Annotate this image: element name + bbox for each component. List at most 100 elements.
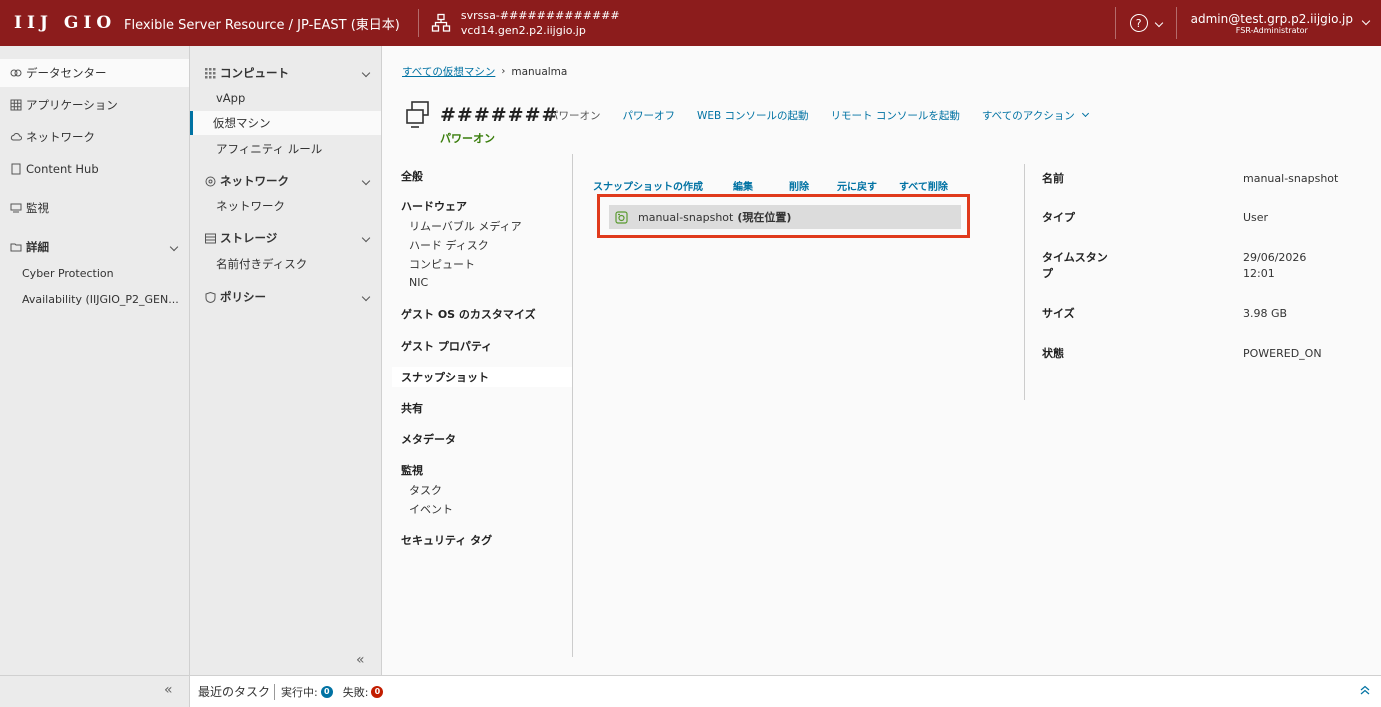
user-menu[interactable]: admin@test.grp.p2.iijgio.jp FSR-Administ… <box>1175 7 1381 39</box>
help-icon: ? <box>1129 14 1148 32</box>
sn-compute-label: コンピュート <box>220 66 289 80</box>
chevron-right-icon: › <box>501 66 506 77</box>
storage-icon <box>204 232 216 244</box>
section-guest-properties[interactable]: ゲスト プロパティ <box>401 338 492 354</box>
section-hardware[interactable]: ハードウェア <box>401 198 467 214</box>
detail-name-value: manual-snapshot <box>1243 172 1339 185</box>
sn-virtual-machines[interactable]: 仮想マシン <box>190 111 381 135</box>
all-actions-label: すべてのアクション <box>981 110 1075 122</box>
nav-applications[interactable]: アプリケーション <box>0 91 189 119</box>
iij-gio-logo[interactable]: IIJ GIO <box>14 13 118 33</box>
organization-info[interactable]: svrssa-############# vcd14.gen2.p2.iijgi… <box>461 8 620 38</box>
sn-storage-group[interactable]: ストレージ <box>190 227 381 249</box>
nav-content-hub[interactable]: Content Hub <box>0 155 189 183</box>
nav-content-hub-label: Content Hub <box>26 162 99 176</box>
detail-timestamp-time: 12:01 <box>1243 267 1275 280</box>
section-nic[interactable]: NIC <box>409 276 428 289</box>
apps-icon <box>10 99 22 111</box>
nav-datacenter-label: データセンター <box>26 66 107 80</box>
edit-snapshot-button[interactable]: 編集 <box>733 178 753 193</box>
chevron-down-icon <box>1081 109 1089 118</box>
chevron-down-icon <box>361 292 371 302</box>
create-snapshot-button[interactable]: スナップショットの作成 <box>593 178 703 193</box>
snapshot-current-marker: (現在位置) <box>737 211 792 224</box>
sn-vapp[interactable]: vApp <box>190 86 381 110</box>
sn-policy-label: ポリシー <box>220 290 266 304</box>
vm-actions-bar: パワーオン パワーオフ WEB コンソールの起動 リモート コンソールを起動 す… <box>548 108 1110 123</box>
recent-tasks-label: 最近のタスク <box>198 685 271 699</box>
section-tasks[interactable]: タスク <box>409 482 442 498</box>
network-icon <box>204 175 216 187</box>
recent-tasks-bar[interactable]: 最近のタスク 実行中: 0 失敗: 0 <box>190 675 1381 707</box>
detail-type-label: タイプ <box>1042 211 1075 224</box>
vm-sub-navigation: 全般 ハードウェア リムーバブル メディア ハード ディスク コンピュート NI… <box>382 154 573 657</box>
all-actions-dropdown[interactable]: すべてのアクション <box>981 108 1089 123</box>
nav-monitor[interactable]: 監視 <box>0 194 189 222</box>
highlight-box: manual-snapshot (現在位置) <box>597 194 970 238</box>
delete-snapshot-button[interactable]: 削除 <box>789 178 809 193</box>
nav-cyber-protection[interactable]: Cyber Protection <box>0 259 189 287</box>
snapshot-details-panel: 名前 manual-snapshot タイプ User タイムスタンプ 29/0… <box>1024 164 1381 400</box>
detail-size-label: サイズ <box>1042 307 1075 320</box>
detail-state-value: POWERED_ON <box>1243 347 1322 360</box>
section-snapshot[interactable]: スナップショット <box>401 369 489 385</box>
failed-count-badge: 0 <box>371 685 384 698</box>
details-icon <box>10 241 22 253</box>
sn-policy-group[interactable]: ポリシー <box>190 286 381 308</box>
section-general[interactable]: 全般 <box>401 168 423 184</box>
sn-networks[interactable]: ネットワーク <box>190 194 381 218</box>
detail-type-value: User <box>1243 211 1269 224</box>
revert-snapshot-button[interactable]: 元に戻す <box>837 178 877 193</box>
nav-network[interactable]: ネットワーク <box>0 123 189 151</box>
top-header: IIJ GIO Flexible Server Resource / JP-EA… <box>0 0 1381 46</box>
snapshot-tree-item[interactable]: manual-snapshot (現在位置) <box>609 205 961 229</box>
section-sharing[interactable]: 共有 <box>401 400 423 416</box>
collapse-left-nav-button[interactable]: « <box>164 682 173 698</box>
power-on-button[interactable]: パワーオン <box>548 108 601 123</box>
section-metadata[interactable]: メタデータ <box>401 431 456 447</box>
sn-network-group[interactable]: ネットワーク <box>190 170 381 192</box>
section-removable-media[interactable]: リムーバブル メディア <box>409 218 522 234</box>
nav-network-label: ネットワーク <box>26 130 95 144</box>
detail-size-value: 3.98 GB <box>1243 307 1288 320</box>
left-navigation: データセンター アプリケーション ネットワーク Content Hub 監視 詳… <box>0 46 190 675</box>
nav-availability[interactable]: Availability (IIJGIO_P2_GEN... <box>0 285 189 313</box>
vm-status: パワーオン <box>440 132 495 145</box>
power-off-button[interactable]: パワーオフ <box>623 108 676 123</box>
detail-name-label: 名前 <box>1042 172 1064 185</box>
snapshot-icon <box>615 210 628 224</box>
sn-compute-group[interactable]: コンピュート <box>190 62 381 84</box>
launch-remote-console-button[interactable]: リモート コンソールを起動 <box>831 108 960 123</box>
nav-datacenter[interactable]: データセンター <box>0 59 189 87</box>
sn-affinity-rules[interactable]: アフィニティ ルール <box>190 137 381 161</box>
divider <box>274 683 276 700</box>
section-compute[interactable]: コンピュート <box>409 256 475 272</box>
nav-details-group[interactable]: 詳細 <box>0 233 189 261</box>
chevron-down-icon <box>1154 18 1163 28</box>
sn-named-disks[interactable]: 名前付きディスク <box>190 252 381 276</box>
section-monitor[interactable]: 監視 <box>401 462 423 478</box>
section-events[interactable]: イベント <box>409 501 453 517</box>
nav-monitor-label: 監視 <box>26 201 49 215</box>
chevron-down-icon <box>169 242 179 252</box>
organization-icon <box>431 13 451 33</box>
chevron-down-icon <box>1361 16 1371 26</box>
monitor-icon <box>10 202 22 214</box>
shield-icon <box>204 291 216 303</box>
help-menu[interactable]: ? <box>1114 7 1176 39</box>
delete-all-snapshots-button[interactable]: すべて削除 <box>899 178 948 193</box>
organization-name: svrssa-############# <box>460 9 620 22</box>
main-content: すべての仮想マシン › manualma ####### パワーオン パワーオン… <box>382 46 1381 675</box>
section-guest-os-customization[interactable]: ゲスト OS のカスタマイズ <box>401 306 536 322</box>
section-security-tags[interactable]: セキュリティ タグ <box>401 532 492 548</box>
chevron-down-icon <box>361 68 371 78</box>
launch-web-console-button[interactable]: WEB コンソールの起動 <box>697 108 809 123</box>
expand-tasks-icon[interactable] <box>1360 684 1370 698</box>
breadcrumb-all-vms-link[interactable]: すべての仮想マシン <box>402 64 495 79</box>
detail-state-label: 状態 <box>1042 347 1064 360</box>
section-hard-disks[interactable]: ハード ディスク <box>409 237 489 253</box>
detail-timestamp-date: 29/06/2026 <box>1243 251 1307 264</box>
detail-timestamp-label: タイムスタンプ <box>1042 251 1108 280</box>
collapse-secondary-nav-button[interactable]: « <box>356 652 365 668</box>
doc-icon <box>10 163 22 175</box>
